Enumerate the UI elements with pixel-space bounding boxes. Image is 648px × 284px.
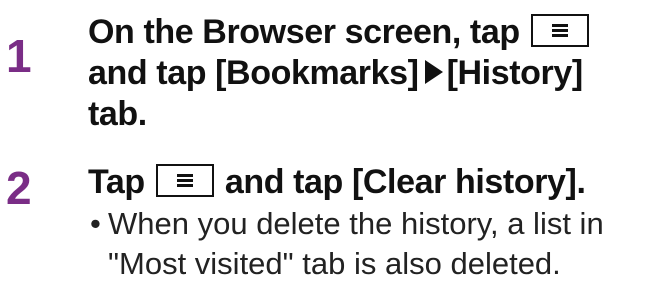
step-number-2: 2: [6, 162, 32, 214]
note-line-1: When you delete the history, a list in: [108, 206, 604, 241]
step-1-line-3: tab.: [88, 95, 147, 133]
step-2-note: • When you delete the history, a list in…: [90, 204, 640, 284]
step-1-line-1-text: On the Browser screen, tap: [88, 13, 520, 51]
step-1-line-2-text: and tap [Bookmarks]: [88, 54, 419, 92]
step-1-line-2-history: [History]: [446, 54, 584, 92]
step-2-line-1-pre: Tap: [88, 163, 145, 201]
step-1-text: On the Browser screen, tap and tap [Book…: [88, 12, 640, 135]
menu-key-icon: [155, 164, 214, 197]
note-bullet: •: [90, 206, 101, 241]
step-1-line-1: On the Browser screen, tap: [88, 12, 640, 53]
step-number-1: 1: [6, 30, 32, 82]
step-2-text: Tap and tap [Clear history].: [88, 162, 640, 203]
right-triangle-arrow-icon: [424, 60, 443, 84]
step-1-line-2: and tap [Bookmarks] [History]: [88, 53, 640, 94]
menu-key-icon: [530, 14, 589, 47]
note-line-2: "Most visited" tab is also deleted.: [108, 246, 561, 281]
step-2-line-1-post: and tap [Clear history].: [224, 163, 586, 201]
